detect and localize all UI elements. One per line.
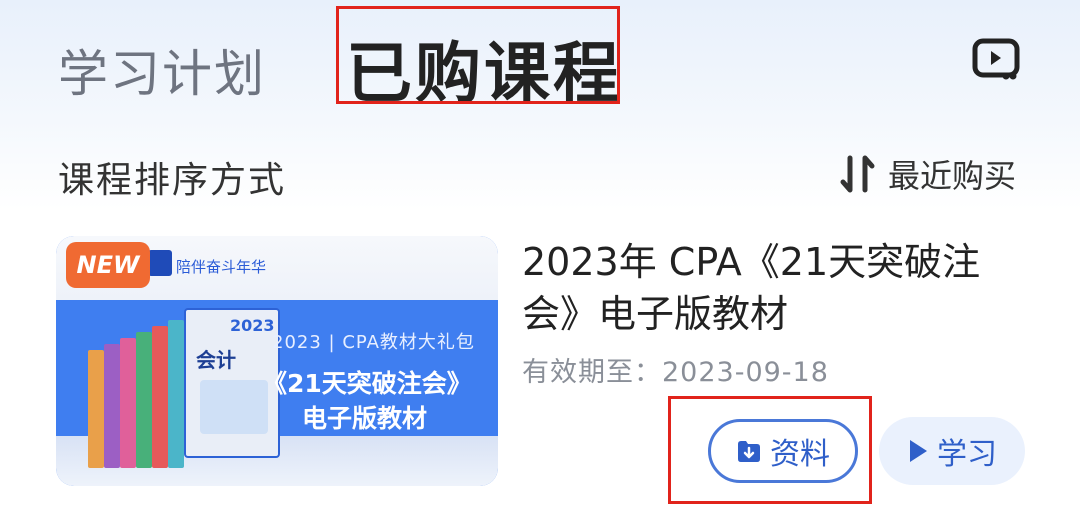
- sort-label: 课程排序方式: [58, 160, 287, 201]
- course-title[interactable]: 2023年 CPA《21天突破注会》电子版教材: [522, 236, 992, 340]
- new-badge: NEW: [66, 242, 150, 288]
- book-year: 2023: [230, 316, 275, 335]
- book-stack-illustration: 2023 会计: [86, 308, 286, 468]
- book-spine: [104, 344, 120, 468]
- download-folder-icon: [738, 441, 760, 462]
- materials-button[interactable]: 资料: [708, 419, 858, 483]
- screen-play-icon[interactable]: [972, 38, 1020, 82]
- thumbnail-line-3: 电子版教材: [302, 404, 428, 433]
- book-title: 会计: [196, 348, 236, 372]
- thumbnail-line-2: 《21天突破注会》: [262, 369, 472, 398]
- play-icon: [910, 440, 927, 462]
- expiry-date: 有效期至：2023-09-18: [522, 357, 829, 388]
- study-button[interactable]: 学习: [879, 417, 1025, 485]
- thumbnail-slogan: 陪伴奋斗年华: [176, 258, 267, 276]
- materials-button-label: 资料: [770, 437, 830, 472]
- sort-arrows-icon: [840, 155, 875, 193]
- book-spine: [88, 350, 104, 468]
- brand-logo: [148, 250, 172, 276]
- sort-toggle[interactable]: 最近购买: [840, 150, 1016, 198]
- study-button-label: 学习: [937, 437, 997, 472]
- book-cover-figure: [200, 380, 268, 434]
- book-spine: [120, 338, 136, 468]
- highlight-box-title: [336, 6, 620, 104]
- tab-study-plan[interactable]: 学习计划: [58, 34, 266, 106]
- tab-bar: 学习计划 已购课程: [0, 0, 1080, 120]
- course-card[interactable]: 陪伴奋斗年华 2023 会计 2023 | CPA教材大礼包 《21天突破注会》…: [0, 220, 1080, 509]
- thumbnail-line-1: 2023 | CPA教材大礼包: [272, 332, 475, 353]
- book-spine: [136, 332, 152, 468]
- book-spine: [168, 320, 184, 468]
- sort-value: 最近购买: [888, 157, 1017, 195]
- book-spine: [152, 326, 168, 468]
